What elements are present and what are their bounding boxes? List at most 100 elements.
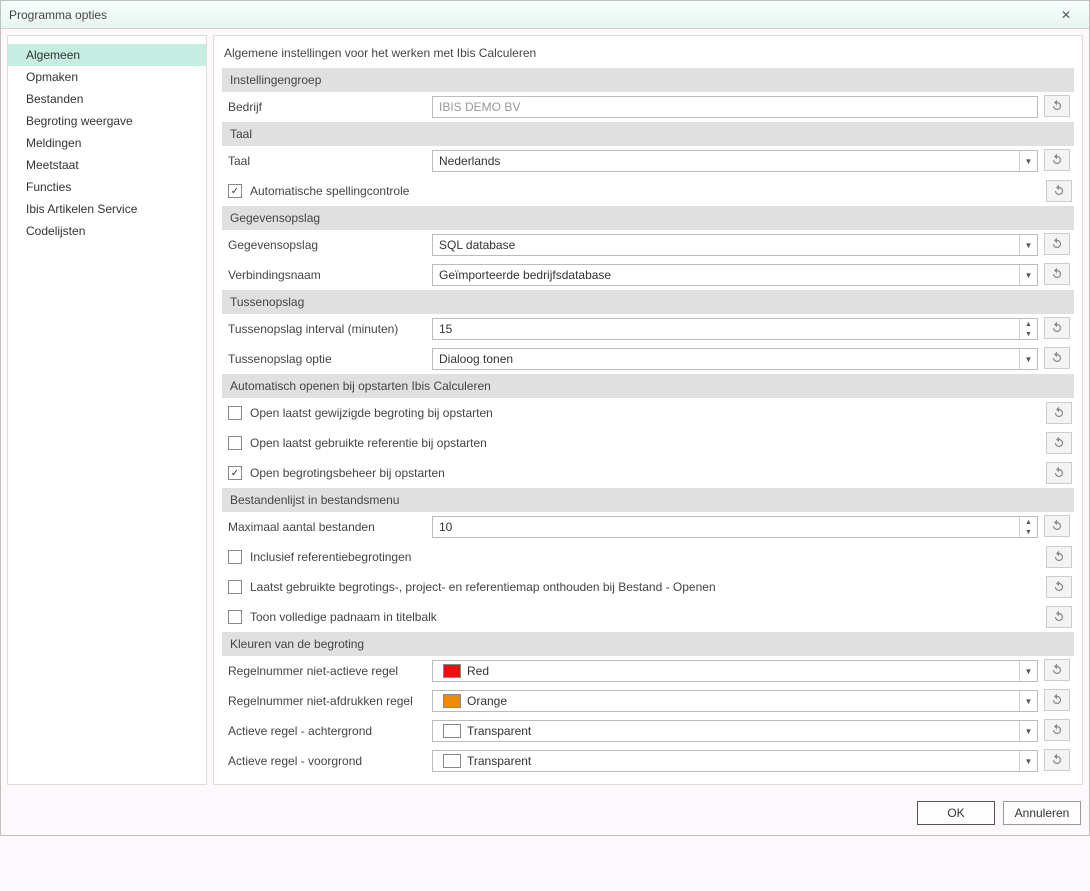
checkbox-incl-referentie[interactable]	[228, 550, 242, 564]
reset-taal[interactable]	[1044, 149, 1070, 171]
dropdown-store[interactable]: SQL database ▼	[432, 234, 1038, 256]
chevron-down-icon[interactable]: ▼	[1019, 265, 1037, 285]
color-value: Transparent	[467, 754, 1013, 768]
label-open-laatst-begroting: Open laatst gewijzigde begroting bij ops…	[250, 406, 1046, 420]
group-taal: Taal	[222, 122, 1074, 146]
chevron-down-icon[interactable]: ▼	[1019, 349, 1037, 369]
close-icon[interactable]: ✕	[1051, 5, 1081, 25]
chevron-down-icon[interactable]: ▼	[1019, 721, 1037, 741]
reset-kleur-niet-afdrukken[interactable]	[1044, 689, 1070, 711]
label-taal: Taal	[222, 154, 432, 168]
checkbox-open-laatst-begroting[interactable]	[228, 406, 242, 420]
label-spellingcontrole: Automatische spellingcontrole	[250, 184, 1046, 198]
reset-open-laatst-begroting[interactable]	[1046, 402, 1072, 424]
dropdown-tussenopslag-optie[interactable]: Dialoog tonen ▼	[432, 348, 1038, 370]
label-kleur-niet-actief: Regelnummer niet-actieve regel	[222, 664, 432, 678]
sidebar-item-codelijsten[interactable]: Codelijsten	[8, 220, 206, 242]
intro-text: Algemene instellingen voor het werken me…	[222, 42, 1074, 68]
footer: OK Annuleren	[1, 791, 1089, 835]
reset-interval[interactable]	[1044, 317, 1070, 339]
label-bedrijf: Bedrijf	[222, 100, 432, 114]
dropdown-kleur-niet-afdrukken[interactable]: Orange ▼	[432, 690, 1038, 712]
label-kleur-actief-bg: Actieve regel - achtergrond	[222, 724, 432, 738]
sidebar-item-meetstaat[interactable]: Meetstaat	[8, 154, 206, 176]
sidebar-item-begroting-weergave[interactable]: Begroting weergave	[8, 110, 206, 132]
chevron-down-icon[interactable]: ▼	[1019, 235, 1037, 255]
group-bestandenlijst: Bestandenlijst in bestandsmenu	[222, 488, 1074, 512]
window-title: Programma opties	[9, 8, 1051, 22]
options-window: Programma opties ✕ Algemeen Opmaken Best…	[0, 0, 1090, 836]
spin-up-icon[interactable]: ▲	[1020, 517, 1037, 527]
dropdown-kleur-actief-fg[interactable]: Transparent ▼	[432, 750, 1038, 772]
chevron-down-icon[interactable]: ▼	[1019, 151, 1037, 171]
input-bedrijf[interactable]: IBIS DEMO BV	[432, 96, 1038, 118]
color-swatch-transparent	[443, 754, 461, 768]
checkbox-open-begrotingsbeheer[interactable]	[228, 466, 242, 480]
label-conn: Verbindingsnaam	[222, 268, 432, 282]
reset-open-begrotingsbeheer[interactable]	[1046, 462, 1072, 484]
dropdown-kleur-niet-actief[interactable]: Red ▼	[432, 660, 1038, 682]
reset-spellingcontrole[interactable]	[1046, 180, 1072, 202]
label-open-begrotingsbeheer: Open begrotingsbeheer bij opstarten	[250, 466, 1046, 480]
spin-up-icon[interactable]: ▲	[1020, 319, 1037, 329]
dropdown-taal-value: Nederlands	[439, 154, 1019, 168]
reset-conn[interactable]	[1044, 263, 1070, 285]
sidebar-item-meldingen[interactable]: Meldingen	[8, 132, 206, 154]
dropdown-conn[interactable]: Geïmporteerde bedrijfsdatabase ▼	[432, 264, 1038, 286]
spin-down-icon[interactable]: ▼	[1020, 527, 1037, 537]
color-swatch-orange	[443, 694, 461, 708]
titlebar: Programma opties ✕	[1, 1, 1089, 29]
reset-kleur-actief-bg[interactable]	[1044, 719, 1070, 741]
chevron-down-icon[interactable]: ▼	[1019, 751, 1037, 771]
dropdown-kleur-actief-bg[interactable]: Transparent ▼	[432, 720, 1038, 742]
dropdown-store-value: SQL database	[439, 238, 1019, 252]
cancel-button[interactable]: Annuleren	[1003, 801, 1081, 825]
checkbox-spellingcontrole[interactable]	[228, 184, 242, 198]
spin-max-value: 10	[439, 520, 1019, 534]
reset-store[interactable]	[1044, 233, 1070, 255]
reset-kleur-actief-fg[interactable]	[1044, 749, 1070, 771]
chevron-down-icon[interactable]: ▼	[1019, 691, 1037, 711]
sidebar-item-functies[interactable]: Functies	[8, 176, 206, 198]
color-value: Transparent	[467, 724, 1013, 738]
group-instellingen: Instellingengroep	[222, 68, 1074, 92]
label-max-bestanden: Maximaal aantal bestanden	[222, 520, 432, 534]
group-auto-open: Automatisch openen bij opstarten Ibis Ca…	[222, 374, 1074, 398]
spin-max-bestanden[interactable]: 10 ▲ ▼	[432, 516, 1038, 538]
spin-interval-value: 15	[439, 322, 1019, 336]
chevron-down-icon[interactable]: ▼	[1019, 661, 1037, 681]
reset-max-bestanden[interactable]	[1044, 515, 1070, 537]
main-panel: Algemene instellingen voor het werken me…	[213, 35, 1083, 785]
label-kleur-niet-afdrukken: Regelnummer niet-afdrukken regel	[222, 694, 432, 708]
sidebar: Algemeen Opmaken Bestanden Begroting wee…	[7, 35, 207, 785]
color-swatch-transparent	[443, 724, 461, 738]
reset-optie[interactable]	[1044, 347, 1070, 369]
reset-bedrijf[interactable]	[1044, 95, 1070, 117]
dropdown-taal[interactable]: Nederlands ▼	[432, 150, 1038, 172]
checkbox-volledige-padnaam[interactable]	[228, 610, 242, 624]
checkbox-open-laatst-referentie[interactable]	[228, 436, 242, 450]
reset-kleur-niet-actief[interactable]	[1044, 659, 1070, 681]
label-open-laatst-referentie: Open laatst gebruikte referentie bij ops…	[250, 436, 1046, 450]
sidebar-item-bestanden[interactable]: Bestanden	[8, 88, 206, 110]
reset-onthoud-map[interactable]	[1046, 576, 1072, 598]
sidebar-item-ibis-artikelen[interactable]: Ibis Artikelen Service	[8, 198, 206, 220]
reset-open-laatst-referentie[interactable]	[1046, 432, 1072, 454]
reset-volledige-padnaam[interactable]	[1046, 606, 1072, 628]
label-store: Gegevensopslag	[222, 238, 432, 252]
color-value: Orange	[467, 694, 1013, 708]
ok-button[interactable]: OK	[917, 801, 995, 825]
spin-interval[interactable]: 15 ▲ ▼	[432, 318, 1038, 340]
color-value: Red	[467, 664, 1013, 678]
group-tussenopslag: Tussenopslag	[222, 290, 1074, 314]
sidebar-item-algemeen[interactable]: Algemeen	[8, 44, 206, 66]
dropdown-conn-value: Geïmporteerde bedrijfsdatabase	[439, 268, 1019, 282]
label-volledige-padnaam: Toon volledige padnaam in titelbalk	[250, 610, 1046, 624]
spin-down-icon[interactable]: ▼	[1020, 329, 1037, 339]
label-tussenopslag-optie: Tussenopslag optie	[222, 352, 432, 366]
color-swatch-red	[443, 664, 461, 678]
reset-incl-referentie[interactable]	[1046, 546, 1072, 568]
label-onthoud-map: Laatst gebruikte begrotings-, project- e…	[250, 580, 1046, 594]
sidebar-item-opmaken[interactable]: Opmaken	[8, 66, 206, 88]
checkbox-onthoud-map[interactable]	[228, 580, 242, 594]
